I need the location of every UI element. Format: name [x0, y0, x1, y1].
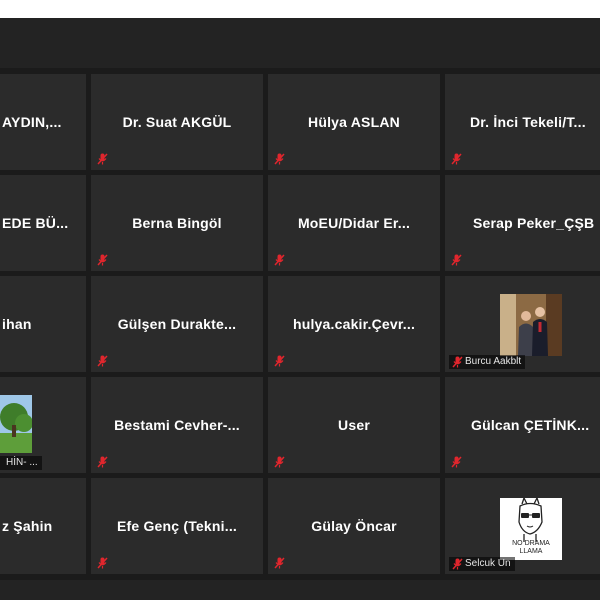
mic-muted-icon — [274, 153, 285, 165]
participant-tile[interactable]: hulya.cakir.Çevr... — [268, 276, 440, 372]
mic-muted-icon — [452, 558, 463, 570]
participant-name-label: Burcu Aakblt — [449, 355, 526, 369]
mic-muted-icon — [97, 456, 108, 468]
participant-tile-video[interactable]: NO DRAMA LLAMA Selcuk Un — [445, 478, 600, 574]
participant-tile[interactable]: Serap Peker_ÇŞB — [445, 175, 600, 271]
participant-name: hulya.cakir.Çevr... — [292, 316, 416, 332]
mic-muted-icon — [97, 355, 108, 367]
participant-tile-video[interactable]: HİN- ... — [0, 377, 86, 473]
participant-name: Hülya ASLAN — [308, 114, 400, 130]
mic-muted-icon — [97, 557, 108, 569]
participant-tile[interactable]: EDE BÜ... — [0, 175, 86, 271]
participant-tile[interactable]: Dr. İnci Tekeli/T... — [445, 74, 600, 170]
participant-name: Gülay Öncar — [311, 518, 397, 534]
mic-muted-icon — [452, 356, 463, 368]
llama-caption: NO DRAMA LLAMA — [500, 540, 562, 556]
participant-name: User — [338, 417, 370, 433]
participant-name: z Şahin — [2, 518, 53, 534]
mic-muted-icon — [97, 254, 108, 266]
participant-name: Gülşen Durakte... — [117, 316, 237, 332]
llama-caption-line2: LLAMA — [519, 548, 543, 555]
participant-tile[interactable]: z Şahin — [0, 478, 86, 574]
participant-name: Berna Bingöl — [132, 215, 222, 231]
participant-name: Efe Genç (Tekni... — [116, 518, 238, 534]
participant-name: Serap Peker_ÇŞB — [473, 215, 595, 231]
llama-caption-line1: NO DRAMA — [512, 540, 550, 547]
participant-name: Gülcan ÇETİNK... — [471, 417, 590, 433]
participant-tile[interactable]: Bestami Cevher-... — [91, 377, 263, 473]
participant-tile[interactable]: Hülya ASLAN — [268, 74, 440, 170]
mic-muted-icon — [97, 153, 108, 165]
participant-tile[interactable]: Berna Bingöl — [91, 175, 263, 271]
participant-name: HİN- ... — [6, 457, 38, 468]
participant-name: AYDIN,... — [2, 114, 62, 130]
mic-muted-icon — [274, 557, 285, 569]
participant-name: MoEU/Didar Er... — [297, 215, 411, 231]
mic-muted-icon — [451, 153, 462, 165]
participant-video-thumbnail — [500, 294, 562, 356]
participant-tile[interactable]: ihan — [0, 276, 86, 372]
participant-name: Burcu Aakblt — [465, 356, 522, 367]
participant-tile[interactable]: Gülşen Durakte... — [91, 276, 263, 372]
mic-muted-icon — [274, 355, 285, 367]
participant-name: EDE BÜ... — [2, 215, 69, 231]
participant-tile[interactable]: User — [268, 377, 440, 473]
participant-name: Dr. İnci Tekeli/T... — [470, 114, 586, 130]
participant-tile[interactable]: Efe Genç (Tekni... — [91, 478, 263, 574]
participant-gallery: AYDIN,... Dr. Suat AKGÜL Hülya ASLAN Dr.… — [0, 68, 600, 580]
window-top-bar — [0, 0, 600, 18]
participant-tile-video[interactable]: Burcu Aakblt — [445, 276, 600, 372]
participant-name-label: HİN- ... — [0, 456, 42, 470]
participant-tile[interactable]: Gülay Öncar — [268, 478, 440, 574]
participant-name: Dr. Suat AKGÜL — [122, 114, 232, 130]
participant-name: ihan — [2, 316, 32, 332]
mic-muted-icon — [274, 254, 285, 266]
llama-avatar: NO DRAMA LLAMA — [500, 498, 562, 560]
participant-tile[interactable]: MoEU/Didar Er... — [268, 175, 440, 271]
participant-name: Bestami Cevher-... — [114, 417, 240, 433]
participant-tile[interactable]: Dr. Suat AKGÜL — [91, 74, 263, 170]
llama-icon — [518, 498, 543, 542]
meeting-toolbar — [0, 580, 600, 600]
participant-name: Selcuk Un — [465, 558, 511, 569]
mic-muted-icon — [451, 456, 462, 468]
meeting-header — [0, 18, 600, 68]
participant-video-thumbnail — [0, 395, 32, 453]
mic-muted-icon — [274, 456, 285, 468]
participant-name-label: Selcuk Un — [449, 557, 515, 571]
mic-muted-icon — [451, 254, 462, 266]
participant-tile[interactable]: AYDIN,... — [0, 74, 86, 170]
participant-tile[interactable]: Gülcan ÇETİNK... — [445, 377, 600, 473]
